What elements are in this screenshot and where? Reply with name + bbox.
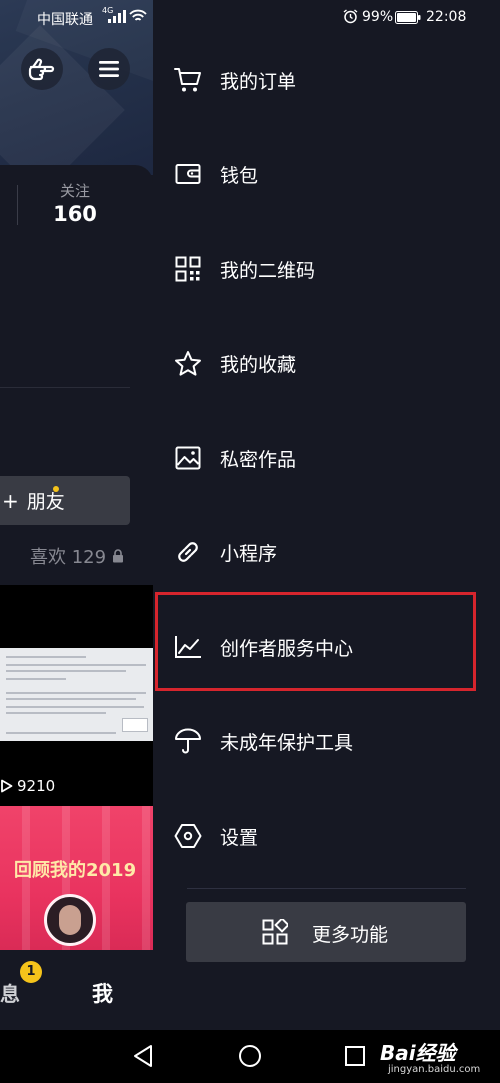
- menu-item-minor-protection[interactable]: 未成年保护工具: [153, 711, 500, 771]
- message-badge: 1: [20, 961, 42, 983]
- video-thumbnail[interactable]: [0, 648, 153, 741]
- plus-icon: +: [2, 488, 19, 513]
- status-bar: 中国联通 4G 99% 22:08: [0, 0, 500, 34]
- carrier-name: 中国联通: [37, 12, 93, 28]
- more-features-label: 更多功能: [312, 924, 389, 946]
- follow-count[interactable]: 160: [0, 202, 150, 226]
- tab-me[interactable]: 我: [92, 978, 113, 1008]
- battery-icon: [395, 11, 421, 24]
- alarm-icon: [343, 9, 358, 24]
- menu-item-settings[interactable]: 设置: [153, 806, 500, 866]
- likes-tab[interactable]: 喜欢 129: [30, 543, 124, 569]
- clock: 22:08: [426, 9, 467, 25]
- hand-pointer-icon: [28, 58, 55, 81]
- grid-apps-icon: [262, 917, 290, 949]
- play-count: 9210: [0, 777, 55, 795]
- back-triangle-icon[interactable]: [132, 1044, 154, 1068]
- highlight-annotation-box: [155, 592, 476, 691]
- menu-item-wallet[interactable]: 钱包: [153, 144, 500, 204]
- menu-item-mini-program[interactable]: 小程序: [153, 522, 500, 582]
- menu-item-label: 私密作品: [220, 448, 297, 471]
- play-count-value: 9210: [17, 777, 56, 795]
- menu-item-label: 我的收藏: [220, 353, 297, 376]
- menu-item-favorites[interactable]: 我的收藏: [153, 333, 500, 393]
- image-icon: [173, 444, 203, 472]
- menu-item-private-works[interactable]: 私密作品: [153, 428, 500, 488]
- menu-item-label: 钱包: [220, 164, 259, 187]
- star-icon: [173, 349, 203, 377]
- hamburger-menu-button[interactable]: [88, 48, 130, 90]
- video-thumbnail[interactable]: 回顾我的2019: [0, 806, 153, 956]
- section-divider: [0, 387, 130, 388]
- hamburger-menu-icon: [99, 61, 119, 77]
- battery-percent: 99%: [362, 9, 394, 25]
- avatar: [44, 894, 96, 946]
- lock-icon: [113, 549, 124, 563]
- likes-tab-label: 喜欢 129: [30, 547, 107, 568]
- watermark-url: jingyan.baidu.com: [388, 1064, 481, 1075]
- side-drawer-menu: 我的订单 钱包 我的二维码 我的收藏 私密作品 小程序 创作者服务中心 未成年保…: [153, 0, 500, 1030]
- video-caption: 回顾我的2019: [14, 860, 137, 881]
- signal-icon: [108, 10, 126, 23]
- menu-item-qr-code[interactable]: 我的二维码: [153, 239, 500, 299]
- menu-item-label: 我的二维码: [220, 259, 316, 282]
- home-circle-icon[interactable]: [238, 1044, 262, 1068]
- bottom-tab-bar: [0, 950, 153, 1030]
- add-friend-button[interactable]: + 朋友: [0, 476, 130, 525]
- add-friend-label: 朋友: [26, 491, 65, 513]
- menu-item-orders[interactable]: 我的订单: [153, 50, 500, 110]
- more-features-button[interactable]: 更多功能: [186, 902, 466, 962]
- menu-item-label: 我的订单: [220, 70, 297, 93]
- notification-dot: [53, 486, 59, 492]
- shopping-cart-icon: [173, 66, 203, 94]
- link-icon: [173, 538, 203, 566]
- watermark-logo: Bai经验: [380, 1041, 456, 1065]
- profile-card: [0, 165, 153, 595]
- menu-item-label: 未成年保护工具: [220, 731, 354, 754]
- hexagon-gear-icon: [173, 822, 203, 850]
- drawer-divider: [187, 888, 466, 889]
- qr-code-icon: [173, 255, 203, 283]
- menu-item-label: 设置: [220, 826, 259, 849]
- profile-page-background: 关注 160 + 朋友 喜欢 129 9210 回顾我的2019 息 1 我: [0, 0, 153, 1030]
- follow-label: 关注: [59, 182, 90, 200]
- wifi-icon: [129, 9, 147, 21]
- play-icon: [1, 779, 13, 793]
- umbrella-icon: [173, 727, 203, 755]
- menu-item-label: 小程序: [220, 542, 278, 565]
- wallet-icon: [173, 160, 203, 188]
- recent-apps-square-icon[interactable]: [344, 1045, 366, 1067]
- hand-pointer-button[interactable]: [21, 48, 63, 90]
- tab-message[interactable]: 息: [0, 978, 20, 1007]
